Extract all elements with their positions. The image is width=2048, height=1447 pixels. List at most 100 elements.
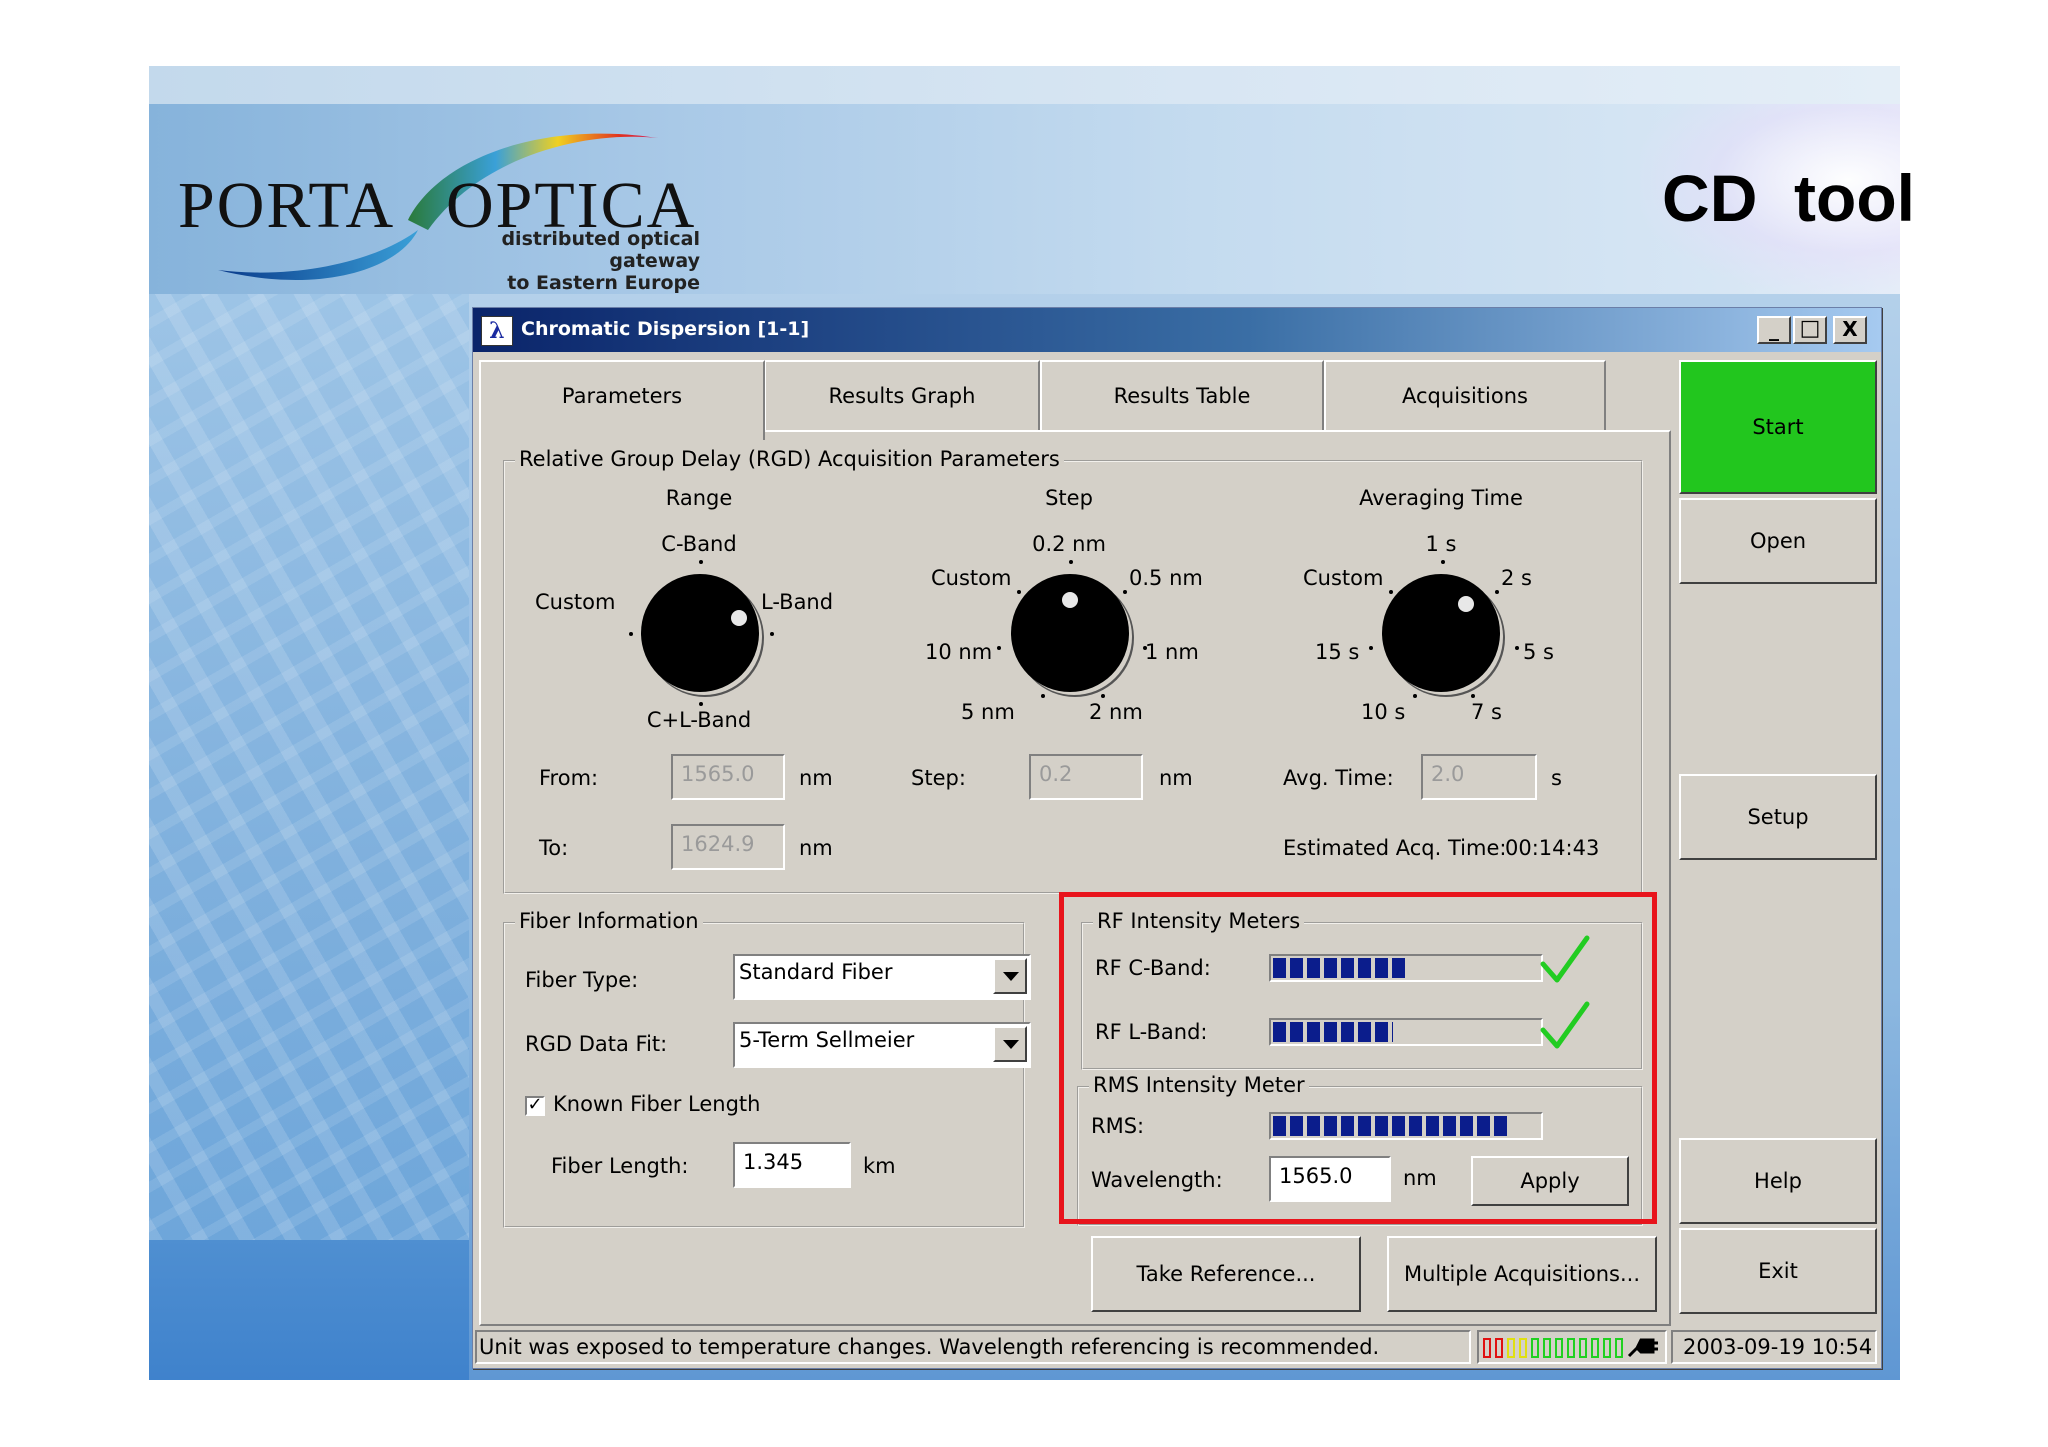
to-label: To: <box>539 836 569 860</box>
from-label: From: <box>539 766 599 790</box>
window-title: Chromatic Dispersion [1-1] <box>521 318 810 340</box>
window-titlebar[interactable]: λ Chromatic Dispersion [1-1] _ □ X <box>473 308 1881 352</box>
avg-knob[interactable] <box>1382 574 1500 692</box>
start-button[interactable]: Start <box>1679 360 1877 494</box>
status-bar: Unit was exposed to temperature changes.… <box>473 1326 1881 1368</box>
signal-led <box>1615 1338 1623 1358</box>
step-tick <box>1069 560 1073 564</box>
logo-tagline-line-1: distributed optical gateway <box>501 228 700 272</box>
fiber-type-value: Standard Fiber <box>739 960 893 984</box>
step-tick <box>1123 590 1127 594</box>
avg-tick <box>1441 560 1445 564</box>
setup-button[interactable]: Setup <box>1679 774 1877 860</box>
avg-tick <box>1515 646 1519 650</box>
help-button[interactable]: Help <box>1679 1138 1877 1224</box>
signal-led <box>1555 1338 1563 1358</box>
step-option-1nm[interactable]: 1 nm <box>1145 640 1199 664</box>
estimated-acq-time-label: Estimated Acq. Time: <box>1283 836 1507 860</box>
avg-option-custom[interactable]: Custom <box>1303 566 1383 590</box>
known-length-checkbox[interactable]: ✓ <box>525 1096 545 1116</box>
avg-option-15s[interactable]: 15 s <box>1315 640 1359 664</box>
chevron-down-icon[interactable] <box>993 1026 1027 1062</box>
fiber-info-group: Fiber Information Fiber Type: Standard F… <box>503 909 1031 1228</box>
step-option-0-5nm[interactable]: 0.5 nm <box>1129 566 1203 590</box>
range-tick <box>699 560 703 564</box>
avg-tick <box>1495 590 1499 594</box>
chevron-down-icon[interactable] <box>993 958 1027 994</box>
range-option-cl-band[interactable]: C+L-Band <box>647 708 751 732</box>
avg-option-7s[interactable]: 7 s <box>1471 700 1502 724</box>
rgd-parameters-group: Relative Group Delay (RGD) Acquisition P… <box>503 447 1643 894</box>
minimize-button[interactable]: _ <box>1757 316 1791 344</box>
step-option-0-2nm[interactable]: 0.2 nm <box>1032 532 1106 556</box>
step-label: Step: <box>911 766 966 790</box>
signal-led <box>1531 1338 1539 1358</box>
step-unit: nm <box>1159 766 1193 790</box>
rgd-group-title: Relative Group Delay (RGD) Acquisition P… <box>515 447 1064 471</box>
step-tick <box>1101 694 1105 698</box>
avg-tick <box>1369 646 1373 650</box>
fiber-length-field[interactable]: 1.345 <box>733 1142 851 1188</box>
signal-led <box>1507 1338 1515 1358</box>
avg-option-10s[interactable]: 10 s <box>1361 700 1405 724</box>
step-option-custom[interactable]: Custom <box>931 566 1011 590</box>
avg-tick <box>1413 694 1417 698</box>
estimated-acq-time-value: 00:14:43 <box>1505 836 1600 860</box>
range-tick <box>770 632 774 636</box>
tab-results-table[interactable]: Results Table <box>1040 360 1324 432</box>
range-tick <box>629 632 633 636</box>
logo-tagline-line-2: to Eastern Europe <box>507 272 700 294</box>
app-window: λ Chromatic Dispersion [1-1] _ □ X Param… <box>472 307 1882 1369</box>
slide-bottom-band <box>149 1240 469 1380</box>
porta-optica-logo: PORTA OPTICA distributed optical gateway… <box>178 120 738 294</box>
signal-led <box>1603 1338 1611 1358</box>
tab-parameters[interactable]: Parameters <box>479 360 765 440</box>
app-lambda-icon: λ <box>481 316 513 346</box>
signal-led <box>1591 1338 1599 1358</box>
range-knob[interactable] <box>641 574 759 692</box>
range-option-custom[interactable]: Custom <box>535 590 615 614</box>
from-field[interactable]: 1565.0 <box>671 754 785 800</box>
tab-acquisitions[interactable]: Acquisitions <box>1324 360 1606 432</box>
step-option-10nm[interactable]: 10 nm <box>925 640 992 664</box>
step-knob[interactable] <box>1011 574 1129 692</box>
to-unit: nm <box>799 836 833 860</box>
range-option-c-band[interactable]: C-Band <box>661 532 736 556</box>
avg-option-5s[interactable]: 5 s <box>1523 640 1554 664</box>
step-tick <box>997 646 1001 650</box>
open-button[interactable]: Open <box>1679 498 1877 584</box>
fiber-type-select[interactable]: Standard Fiber <box>733 954 1031 1000</box>
to-field[interactable]: 1624.9 <box>671 824 785 870</box>
maximize-button[interactable]: □ <box>1793 316 1827 344</box>
rgd-fit-select[interactable]: 5-Term Sellmeier <box>733 1022 1031 1068</box>
range-option-l-band[interactable]: L-Band <box>761 590 833 614</box>
signal-led <box>1519 1338 1527 1358</box>
plug-icon <box>1627 1338 1658 1358</box>
avg-tick <box>1471 694 1475 698</box>
close-button[interactable]: X <box>1833 316 1867 344</box>
range-tick <box>699 702 703 706</box>
fiber-type-label: Fiber Type: <box>525 968 639 992</box>
step-option-2nm[interactable]: 2 nm <box>1089 700 1143 724</box>
signal-led <box>1567 1338 1575 1358</box>
step-option-5nm[interactable]: 5 nm <box>961 700 1015 724</box>
step-tick <box>1017 590 1021 594</box>
avg-option-2s[interactable]: 2 s <box>1501 566 1532 590</box>
tab-results-graph[interactable]: Results Graph <box>764 360 1040 432</box>
multiple-acquisitions-button[interactable]: Multiple Acquisitions... <box>1387 1236 1657 1312</box>
avg-option-1s[interactable]: 1 s <box>1426 532 1457 556</box>
range-heading: Range <box>665 486 733 510</box>
puzzle-background-art <box>149 294 469 1244</box>
known-length-label[interactable]: Known Fiber Length <box>553 1092 760 1116</box>
slide-title: CD tool <box>1662 161 1915 235</box>
logo-tagline: distributed optical gateway to Eastern E… <box>418 228 700 294</box>
status-datetime: 2003-09-19 10:54 <box>1671 1330 1877 1364</box>
exit-button[interactable]: Exit <box>1679 1228 1877 1314</box>
step-field[interactable]: 0.2 <box>1029 754 1143 800</box>
step-tick <box>1143 646 1147 650</box>
avg-time-unit: s <box>1551 766 1562 790</box>
take-reference-button[interactable]: Take Reference... <box>1091 1236 1361 1312</box>
avg-time-field[interactable]: 2.0 <box>1421 754 1537 800</box>
rgd-fit-value: 5-Term Sellmeier <box>739 1028 915 1052</box>
step-knob-indicator <box>1062 592 1078 608</box>
